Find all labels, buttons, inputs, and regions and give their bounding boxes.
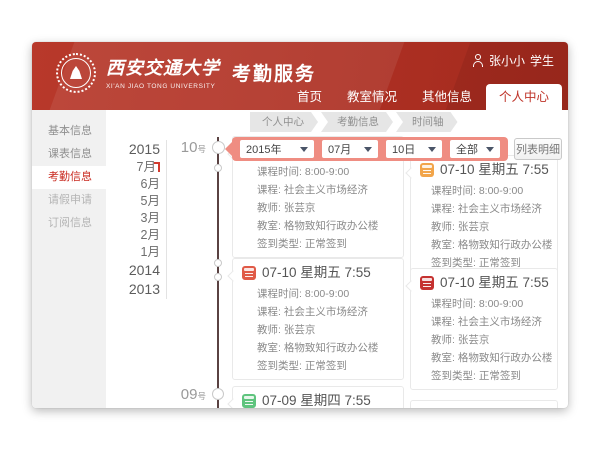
chevron-down-icon: [486, 147, 494, 156]
card-field: 教室: 格物致知行政办公楼: [233, 217, 403, 235]
card-field: 课程时间: 8:00-9:00: [233, 163, 403, 181]
day-number: 10: [181, 139, 198, 156]
nav-tab-1[interactable]: 教室情况: [336, 84, 408, 110]
month-select-value: 07月: [328, 141, 351, 157]
attendance-card-header: 07-10 星期五 7:55: [242, 265, 403, 281]
card-field: 教室: 格物致知行政办公楼: [411, 236, 557, 254]
university-logo-icon: [56, 53, 96, 93]
user-role: 学生: [530, 52, 554, 69]
card-field: 课程: 社会主义市场经济: [411, 313, 557, 331]
timeline-dot: [214, 259, 222, 267]
timeline-dot: [214, 273, 222, 281]
card-field: 教师: 张芸京: [233, 321, 403, 339]
breadcrumb-item-0[interactable]: 个人中心: [250, 112, 318, 132]
nav-tab-0[interactable]: 首页: [286, 84, 333, 110]
calendar-icon: [420, 163, 434, 177]
calendar-icon: [242, 394, 256, 408]
day-suffix: 号: [197, 391, 206, 401]
breadcrumb: 个人中心考勤信息时间轴: [250, 112, 461, 132]
university-name: 西安交通大学 XI'AN JIAO TONG UNIVERSITY: [106, 54, 220, 90]
card-field: 课程: 社会主义市场经济: [233, 303, 403, 321]
timeline-year-item-0[interactable]: 2015: [72, 140, 160, 159]
timeline-month-item-6[interactable]: 1月: [72, 244, 160, 261]
card-field: 教师: 张芸京: [411, 218, 557, 236]
sidebar-spacer: [32, 110, 106, 120]
filter-bar: 2015年 07月 10日 全部: [232, 137, 508, 161]
attendance-card-4[interactable]: 07-09 星期四 7:55课程时间: 8:00-9:00课程: 社会主义市场经…: [232, 386, 404, 408]
timeline-dot: [214, 164, 222, 172]
timeline-month-item-1[interactable]: 7月: [72, 159, 160, 176]
timeline-dot: [212, 141, 225, 154]
attendance-card-title: 07-10 星期五 7:55: [440, 275, 549, 291]
type-select[interactable]: 全部: [450, 140, 500, 158]
timeline-month-item-4[interactable]: 3月: [72, 210, 160, 227]
timeline-dot: [212, 388, 224, 400]
timeline-year-list: 20157月6月5月3月2月1月20142013: [72, 140, 167, 299]
timeline-month-item-3[interactable]: 5月: [72, 193, 160, 210]
month-select[interactable]: 07月: [322, 140, 378, 158]
breadcrumb-item-2[interactable]: 时间轴: [396, 112, 458, 132]
top-nav: 首页教室情况其他信息个人中心: [283, 84, 562, 110]
day-select-value: 10日: [392, 141, 415, 157]
attendance-card-title: 07-10 星期五 7:55: [440, 162, 549, 178]
year-select-value: 2015年: [246, 141, 281, 157]
nav-tab-2[interactable]: 其他信息: [411, 84, 483, 110]
year-select[interactable]: 2015年: [240, 140, 314, 158]
list-detail-button[interactable]: 列表明细: [514, 138, 562, 160]
timeline-month-item-2[interactable]: 6月: [72, 176, 160, 193]
attendance-card-header: 07-09 星期四 7:55: [242, 393, 403, 408]
breadcrumb-item-1[interactable]: 考勤信息: [321, 112, 393, 132]
day-number: 09: [181, 386, 198, 403]
day-select[interactable]: 10日: [386, 140, 442, 158]
attendance-card-header: 07-10 星期五 7:55: [420, 275, 557, 291]
card-field: 教室: 格物致知行政办公楼: [411, 349, 557, 367]
card-field: 课程: 社会主义市场经济: [233, 181, 403, 199]
card-field: 课程: 社会主义市场经济: [411, 200, 557, 218]
current-month-tick: [158, 162, 160, 172]
filter-bar-tail: [225, 142, 232, 156]
attendance-card-title: 07-09 星期四 7:55: [262, 393, 371, 408]
attendance-card-5[interactable]: [410, 400, 558, 408]
attendance-card-1[interactable]: 07-10 星期五 7:55 课程时间: 8:00-9:00课程: 社会主义市场经…: [410, 155, 558, 277]
card-field: 课程时间: 8:00-9:00: [411, 295, 557, 313]
calendar-icon: [420, 276, 434, 290]
chevron-down-icon: [364, 147, 372, 156]
user-menu[interactable]: 张小小 学生: [472, 52, 554, 69]
card-field: 签到类型: 正常签到: [233, 235, 403, 253]
attendance-card-2[interactable]: 07-10 星期五 7:55 课程时间: 8:00-9:00课程: 社会主义市场经…: [232, 258, 404, 380]
attendance-app-window: 西安交通大学 XI'AN JIAO TONG UNIVERSITY 考勤服务 张…: [32, 42, 568, 408]
type-select-value: 全部: [456, 141, 478, 157]
university-name-zh: 西安交通大学: [106, 54, 220, 80]
attendance-card-title: 07-10 星期五 7:55: [262, 265, 371, 281]
card-field: 教室: 格物致知行政办公楼: [233, 339, 403, 357]
app-header: 西安交通大学 XI'AN JIAO TONG UNIVERSITY 考勤服务 张…: [32, 42, 568, 110]
timeline-year-item-8[interactable]: 2013: [72, 280, 160, 299]
attendance-card-header: [420, 407, 557, 408]
user-icon: [472, 54, 484, 67]
attendance-card-header: 07-10 星期五 7:55: [420, 162, 557, 178]
timeline-year-item-7[interactable]: 2014: [72, 261, 160, 280]
attendance-card-3[interactable]: 07-10 星期五 7:55 课程时间: 8:00-9:00课程: 社会主义市场经…: [410, 268, 558, 390]
nav-tab-3[interactable]: 个人中心: [486, 84, 562, 110]
chevron-down-icon: [300, 147, 308, 156]
page-title: 考勤服务: [232, 59, 316, 86]
timeline-day-label: 10号: [162, 139, 206, 157]
card-field: 教师: 张芸京: [411, 331, 557, 349]
card-field: 课程时间: 8:00-9:00: [233, 285, 403, 303]
timeline-day-label: 09号: [162, 386, 206, 404]
university-name-en: XI'AN JIAO TONG UNIVERSITY: [106, 83, 220, 90]
card-field: 签到类型: 正常签到: [411, 367, 557, 385]
timeline-month-item-5[interactable]: 2月: [72, 227, 160, 244]
card-field: 教师: 张芸京: [233, 199, 403, 217]
day-suffix: 号: [197, 144, 206, 154]
chevron-down-icon: [428, 147, 436, 156]
user-name: 张小小: [489, 52, 525, 69]
card-field: 课程时间: 8:00-9:00: [411, 182, 557, 200]
calendar-icon: [242, 266, 256, 280]
card-field: 签到类型: 正常签到: [233, 357, 403, 375]
